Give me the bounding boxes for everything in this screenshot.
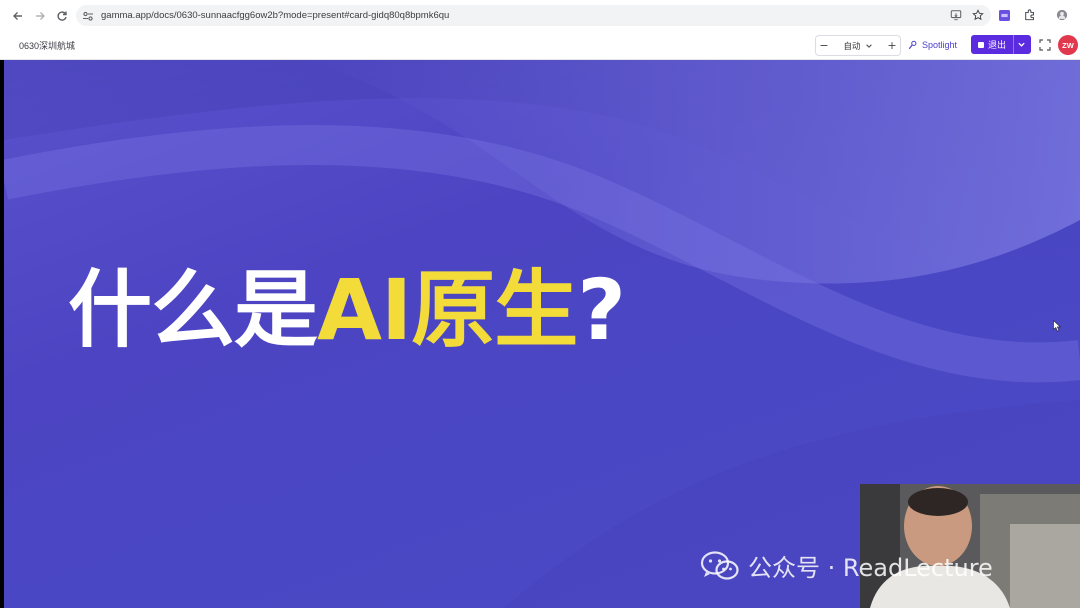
bookmark-star-icon[interactable]: [971, 8, 985, 22]
browser-toolbar: gamma.app/docs/0630-sunnaacfgg6ow2b?mode…: [0, 0, 1080, 32]
wechat-icon: [700, 550, 739, 580]
doc-title[interactable]: 0630深圳航城: [19, 39, 75, 52]
heading-text-part1: 什么是: [68, 261, 318, 359]
extensions-puzzle-icon[interactable]: [1022, 7, 1038, 23]
chevron-down-icon[interactable]: [1017, 40, 1026, 49]
heading-text-highlight: AI原生: [317, 261, 578, 359]
watermark-text: 公众号 · ReadLecture: [748, 554, 993, 582]
profile-icon[interactable]: [1054, 7, 1070, 23]
wechat-watermark: 公众号 · ReadLecture: [700, 548, 993, 583]
avatar[interactable]: ZW: [1058, 35, 1078, 55]
spotlight-icon: [908, 40, 917, 50]
site-settings-icon[interactable]: [82, 10, 94, 22]
zoom-value: 自动: [843, 41, 861, 52]
exit-label: 退出: [988, 41, 1007, 51]
extension-gamma-icon[interactable]: [996, 7, 1012, 23]
presenter-photo: [860, 484, 1080, 608]
fullscreen-icon[interactable]: [1039, 39, 1051, 51]
zoom-in-button[interactable]: +: [884, 39, 900, 52]
spotlight-button[interactable]: Spotlight: [908, 36, 957, 54]
button-divider: [1013, 35, 1014, 54]
stop-icon: [978, 41, 984, 48]
zoom-select[interactable]: 自动: [832, 40, 884, 52]
spotlight-label: Spotlight: [922, 40, 958, 50]
heading-text-part3: ?: [577, 261, 626, 359]
slide-heading: 什么是AI原生?: [68, 268, 626, 352]
zoom-control: − 自动 +: [815, 35, 901, 56]
install-app-icon[interactable]: [949, 8, 963, 22]
url-text[interactable]: gamma.app/docs/0630-sunnaacfgg6ow2b?mode…: [101, 10, 449, 21]
reload-icon[interactable]: [52, 6, 72, 26]
presentation-toolbar: 0630深圳航城 − 自动 + Spotlight 退出: [0, 31, 1080, 60]
exit-presentation-button[interactable]: 退出: [971, 35, 1031, 54]
zoom-out-button[interactable]: −: [816, 39, 832, 52]
mouse-cursor-icon: [1053, 320, 1061, 332]
back-icon[interactable]: [8, 6, 28, 26]
webcam-video: [860, 484, 1080, 608]
chevron-down-icon: [865, 43, 872, 48]
address-bar[interactable]: gamma.app/docs/0630-sunnaacfgg6ow2b?mode…: [76, 5, 991, 26]
forward-icon[interactable]: [30, 6, 50, 26]
